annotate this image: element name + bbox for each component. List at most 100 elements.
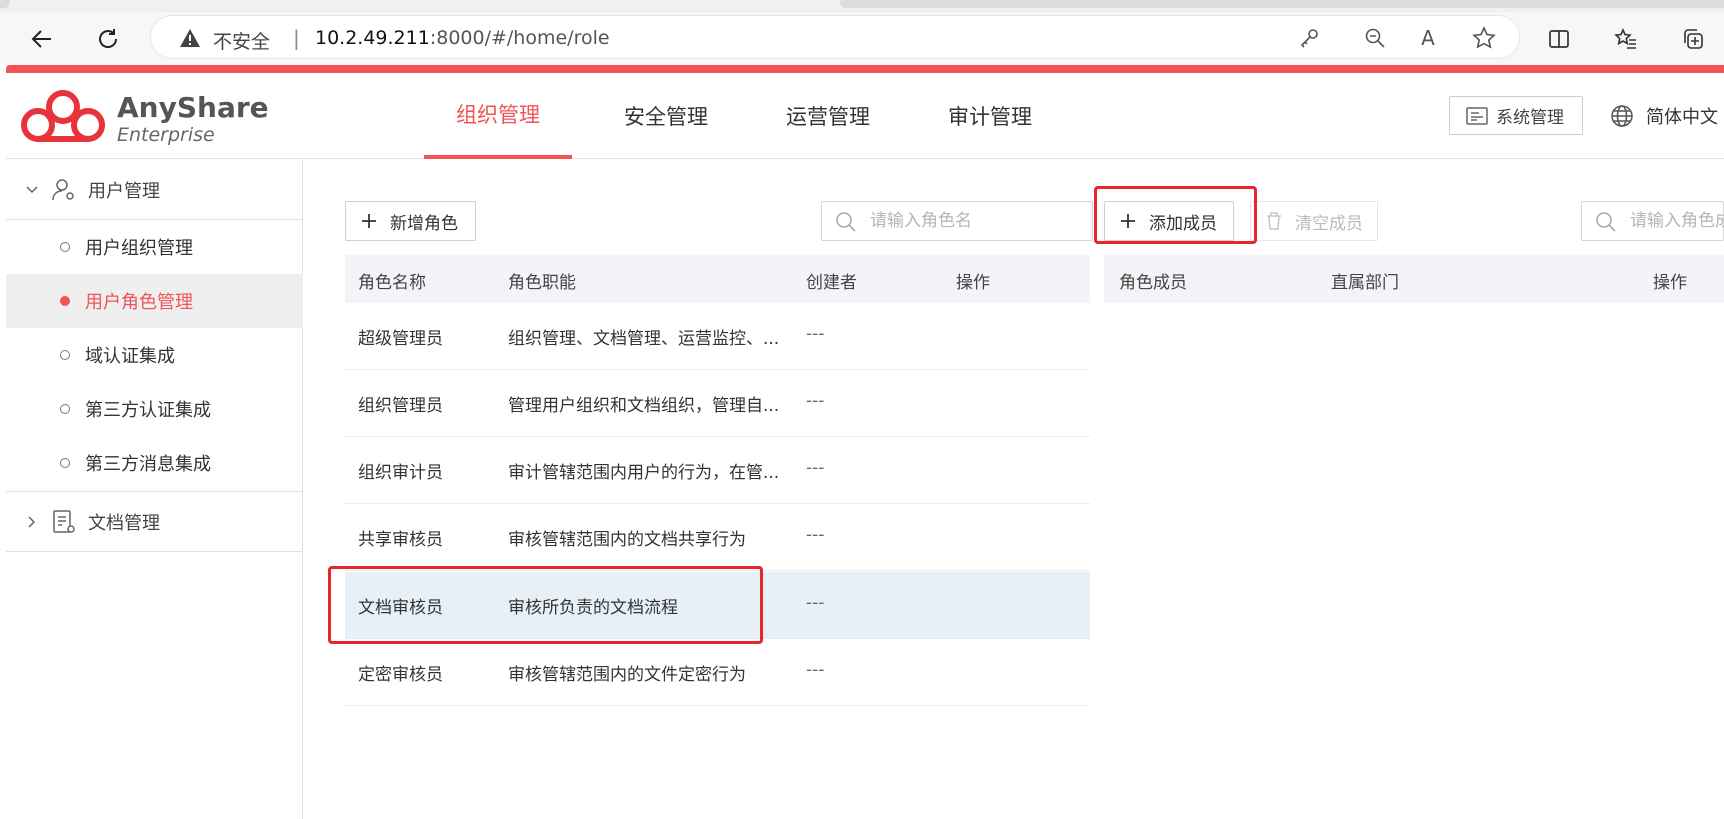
tab-org-management[interactable]: 组织管理: [424, 73, 572, 159]
back-arrow-icon: [31, 30, 51, 48]
sidebar-group-user-management[interactable]: 用户管理: [6, 160, 303, 219]
role-row[interactable]: 定密审核员 审核管辖范围内的文件定密行为 ---: [345, 639, 1090, 706]
chevron-down-icon: [26, 185, 38, 193]
role-row[interactable]: 组织管理员 管理用户组织和文档组织，管理自... ---: [345, 370, 1090, 437]
role-name: 文档审核员: [358, 598, 443, 618]
clear-members-button[interactable]: 清空成员: [1250, 201, 1378, 241]
role-row[interactable]: 共享审核员 审核管辖范围内的文档共享行为 ---: [345, 504, 1090, 571]
sidebar-item-third-party-auth[interactable]: 第三方认证集成: [6, 382, 303, 436]
search-icon: [836, 212, 856, 232]
sidebar-item-domain-auth[interactable]: 域认证集成: [6, 328, 303, 382]
favorite-star-icon[interactable]: [1470, 24, 1498, 52]
members-table-header: 角色成员 直属部门 操作: [1104, 255, 1724, 303]
anyshare-logo-icon: [18, 87, 110, 153]
accent-bar: [6, 65, 1724, 73]
sidebar-item-label: 第三方消息集成: [85, 454, 211, 475]
role-row-selected[interactable]: 文档审核员 审核所负责的文档流程 ---: [345, 572, 1090, 639]
role-row[interactable]: 超级管理员 组织管理、文档管理、运营监控、... ---: [345, 303, 1090, 370]
role-search-box[interactable]: [821, 201, 1093, 241]
browser-tab[interactable]: [840, 0, 1724, 8]
globe-icon: [1611, 104, 1633, 127]
url-host: 10.2.49.211: [315, 27, 430, 49]
role-creator: ---: [806, 391, 825, 411]
column-header[interactable]: 角色名称: [358, 268, 426, 293]
url-path: :8000/#/home/role: [429, 27, 610, 49]
url-text[interactable]: 10.2.49.211:8000/#/home/role: [315, 27, 610, 49]
warning-icon: [179, 27, 201, 53]
role-duty: 组织管理、文档管理、运营监控、...: [508, 329, 780, 349]
role-creator: ---: [806, 525, 825, 545]
role-creator: ---: [806, 458, 825, 478]
address-bar[interactable]: 不安全 | 10.2.49.211:8000/#/home/role A: [150, 15, 1520, 59]
split-screen-button[interactable]: [1541, 21, 1577, 57]
user-settings-icon: [52, 178, 74, 200]
role-name: 共享审核员: [358, 530, 443, 550]
role-name: 超级管理员: [358, 329, 443, 349]
role-creator: ---: [806, 660, 825, 680]
tab-security-management[interactable]: 安全管理: [592, 73, 740, 159]
reload-button[interactable]: [90, 21, 126, 57]
member-search-box[interactable]: [1581, 201, 1724, 241]
circle-bullet-icon: [60, 242, 70, 252]
sidebar-item-user-role[interactable]: 用户角色管理: [6, 274, 303, 328]
system-management-label: 系统管理: [1496, 108, 1564, 128]
language-selector[interactable]: 简体中文: [1610, 96, 1718, 135]
role-duty: 审核管辖范围内的文件定密行为: [508, 665, 746, 685]
sidebar-item-user-org[interactable]: 用户组织管理: [6, 220, 303, 274]
circle-bullet-icon: [60, 296, 70, 306]
member-search-input[interactable]: [1628, 208, 1724, 234]
clear-members-label: 清空成员: [1295, 213, 1363, 234]
browser-toolbar: 不安全 | 10.2.49.211:8000/#/home/role A: [0, 12, 1724, 66]
favorites-button[interactable]: [1608, 21, 1644, 57]
collections-button[interactable]: [1675, 21, 1711, 57]
add-member-button[interactable]: 添加成员: [1104, 201, 1234, 241]
role-creator: ---: [806, 324, 825, 344]
tab-operations-management[interactable]: 运营管理: [754, 73, 902, 159]
key-icon[interactable]: [1296, 24, 1324, 52]
reload-icon: [99, 29, 118, 48]
column-header[interactable]: 角色成员: [1119, 268, 1187, 293]
column-header[interactable]: 创建者: [806, 268, 857, 293]
zoom-out-icon[interactable]: [1361, 24, 1389, 52]
security-status[interactable]: 不安全: [213, 27, 270, 54]
role-creator: ---: [806, 593, 825, 613]
split-screen-icon: [1549, 30, 1569, 48]
trash-icon: [1267, 212, 1281, 230]
sidebar-item-label: 域认证集成: [85, 346, 175, 367]
role-duty: 管理用户组织和文档组织，管理自...: [508, 396, 780, 416]
tab-audit-management[interactable]: 审计管理: [916, 73, 1064, 159]
role-name: 组织管理员: [358, 396, 443, 416]
column-header[interactable]: 角色职能: [508, 268, 576, 293]
role-duty: 审计管辖范围内用户的行为，在管...: [508, 463, 780, 483]
app-header: AnyShare Enterprise 组织管理 安全管理 运营管理 审计管理 …: [6, 73, 1724, 159]
add-member-label: 添加成员: [1149, 213, 1217, 234]
add-role-label: 新增角色: [390, 213, 458, 234]
browser-tab[interactable]: [0, 0, 10, 8]
circle-bullet-icon: [60, 404, 70, 414]
add-role-button[interactable]: 新增角色: [345, 201, 476, 241]
collections-icon: [1684, 29, 1703, 49]
logo-subtitle: Enterprise: [117, 124, 215, 146]
address-separator: |: [293, 26, 300, 50]
role-search-input[interactable]: [868, 208, 1083, 234]
read-aloud-icon[interactable]: A: [1414, 24, 1442, 52]
system-management-button[interactable]: 系统管理: [1449, 96, 1583, 135]
column-header[interactable]: 操作: [956, 268, 990, 293]
back-button[interactable]: [24, 21, 60, 57]
circle-bullet-icon: [60, 458, 70, 468]
language-label: 简体中文: [1646, 106, 1718, 128]
role-row[interactable]: 组织审计员 审计管辖范围内用户的行为，在管... ---: [345, 437, 1090, 504]
role-duty: 审核管辖范围内的文档共享行为: [508, 530, 746, 550]
plus-icon: [362, 214, 376, 228]
logo-name: AnyShare: [117, 91, 269, 124]
role-duty: 审核所负责的文档流程: [508, 598, 678, 618]
role-name: 组织审计员: [358, 463, 443, 483]
column-header[interactable]: 操作: [1653, 268, 1687, 293]
browser-tab-strip: [0, 0, 1724, 12]
sidebar-group-document-management[interactable]: 文档管理: [6, 492, 303, 551]
sidebar-item-third-party-message[interactable]: 第三方消息集成: [6, 436, 303, 490]
roles-table-header: 角色名称 角色职能 创建者 操作: [345, 255, 1090, 303]
favorites-list-icon: [1614, 28, 1636, 49]
column-header[interactable]: 直属部门: [1331, 268, 1399, 293]
sidebar-group-label: 文档管理: [88, 512, 160, 534]
